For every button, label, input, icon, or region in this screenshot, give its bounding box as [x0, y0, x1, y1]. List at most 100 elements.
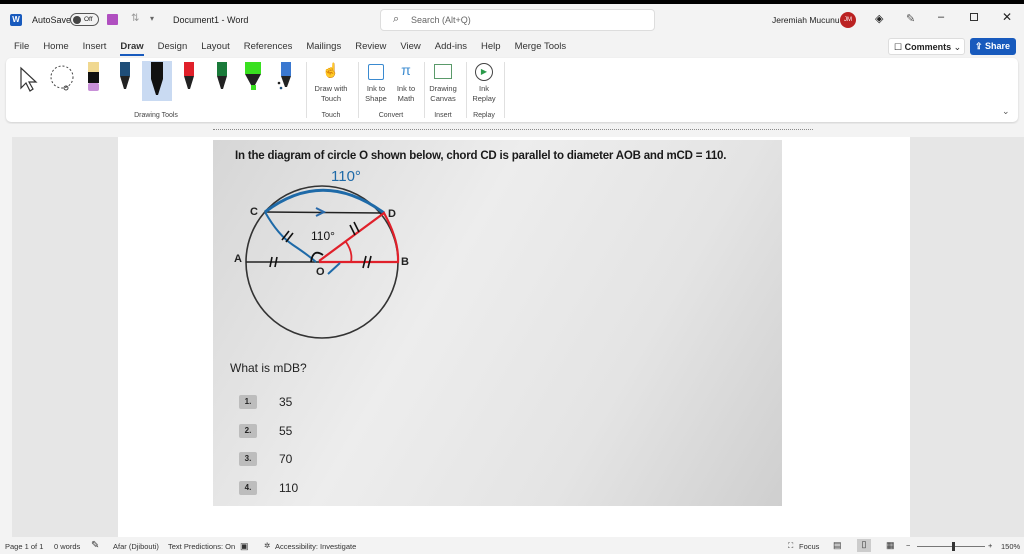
text-predictions[interactable]: Text Predictions: On — [168, 542, 235, 551]
pen-icon[interactable]: ✎ — [906, 12, 915, 25]
draw-with-touch-button[interactable]: ☝ Draw with Touch — [310, 62, 352, 104]
accessibility-icon: ✲ — [264, 541, 271, 550]
user-name[interactable]: Jeremiah Mucunu — [772, 15, 840, 25]
customize-qat-icon[interactable]: ▾ — [150, 14, 154, 23]
close-button[interactable]: ✕ — [1002, 10, 1012, 24]
restore-button[interactable] — [970, 13, 978, 21]
group-divider — [358, 62, 359, 118]
tab-draw[interactable]: Draw — [120, 38, 144, 56]
pen-blue-icon[interactable] — [118, 61, 132, 93]
share-button[interactable]: ⇪ Share — [970, 38, 1016, 55]
point-label-a: A — [234, 253, 242, 265]
group-divider — [466, 62, 467, 118]
tab-view[interactable]: View — [400, 38, 420, 56]
button-label: Replay — [472, 94, 496, 103]
ribbon: Drawing Tools ☝ Draw with Touch Touch In… — [6, 58, 1018, 122]
choice-number: 3. — [239, 452, 257, 466]
tab-add-ins[interactable]: Add-ins — [435, 38, 467, 56]
choice-value: 70 — [279, 452, 293, 466]
choice-number: 2. — [239, 424, 257, 438]
focus-button[interactable]: Focus — [799, 542, 819, 551]
point-label-o: O — [316, 266, 325, 278]
tab-review[interactable]: Review — [355, 38, 386, 56]
tab-file[interactable]: File — [14, 38, 29, 56]
ruler[interactable] — [0, 124, 1024, 136]
zoom-level[interactable]: 150% — [1001, 542, 1020, 551]
web-layout-icon[interactable]: ▦ — [886, 540, 895, 551]
sort-icon[interactable]: ⇅ — [131, 13, 139, 24]
button-label: Math — [397, 94, 415, 103]
button-label: Shape — [365, 94, 387, 103]
save-icon[interactable] — [107, 14, 118, 25]
pen-green-icon[interactable] — [215, 61, 229, 93]
group-label-replay: Replay — [473, 112, 495, 119]
button-label: Ink to — [366, 84, 386, 93]
autosave-toggle[interactable]: Off — [70, 13, 99, 26]
share-label: Share — [985, 41, 1011, 51]
word-logo-icon: W — [10, 14, 22, 26]
button-label: Ink to — [396, 84, 416, 93]
tab-references[interactable]: References — [244, 38, 293, 56]
tab-home[interactable]: Home — [43, 38, 68, 56]
point-label-c: C — [250, 206, 258, 218]
avatar[interactable]: JM — [840, 12, 856, 28]
language[interactable]: Afar (Djibouti) — [113, 542, 159, 551]
select-cursor-icon[interactable] — [18, 66, 40, 92]
pen-black-icon[interactable] — [149, 61, 165, 99]
group-divider — [504, 62, 505, 118]
question-photo: In the diagram of circle O shown below, … — [213, 140, 782, 506]
handwritten-arc-label: 110° — [331, 168, 361, 185]
zoom-in-button[interactable]: + — [988, 541, 992, 550]
tab-design[interactable]: Design — [158, 38, 188, 56]
search-placeholder: Search (Alt+Q) — [411, 15, 471, 25]
tab-layout[interactable]: Layout — [201, 38, 230, 56]
group-label-touch: Touch — [321, 112, 341, 119]
highlighter-green-icon[interactable] — [243, 61, 263, 93]
pen-galaxy-icon[interactable] — [276, 61, 294, 93]
answer-choice-2: 2. 55 — [239, 424, 292, 438]
search-input[interactable]: ⌕ Search (Alt+Q) — [380, 9, 655, 31]
tab-insert[interactable]: Insert — [83, 38, 107, 56]
collapse-ribbon-icon[interactable]: ⌄ — [1002, 106, 1010, 117]
group-label-convert: Convert — [378, 112, 404, 119]
word-count[interactable]: 0 words — [54, 542, 80, 551]
choice-number: 1. — [239, 395, 257, 409]
ribbon-tabs: File Home Insert Draw Design Layout Refe… — [0, 38, 566, 56]
vertical-ruler[interactable] — [0, 137, 12, 537]
diamond-icon[interactable]: ◈ — [875, 12, 883, 25]
page-count[interactable]: Page 1 of 1 — [5, 542, 43, 551]
proofing-icon[interactable]: ✎ — [91, 540, 99, 551]
minimize-button[interactable]: – — [938, 11, 944, 23]
comments-button[interactable]: ☐ Comments ⌄ — [888, 38, 965, 55]
tab-help[interactable]: Help — [481, 38, 501, 56]
choice-value: 35 — [279, 395, 293, 409]
autosave-label: AutoSave — [32, 15, 72, 25]
tab-mailings[interactable]: Mailings — [306, 38, 341, 56]
zoom-slider[interactable] — [917, 542, 985, 551]
zoom-slider-thumb[interactable] — [952, 542, 955, 551]
pen-red-icon[interactable] — [182, 61, 196, 93]
angle-arc-red — [345, 241, 353, 263]
print-layout-icon[interactable]: ▯ — [857, 539, 871, 552]
ink-replay-button[interactable]: ▶ Ink Replay — [469, 62, 499, 104]
ink-to-shape-icon — [368, 64, 384, 80]
read-mode-icon[interactable]: ▤ — [833, 540, 842, 551]
macro-icon[interactable]: ▣ — [240, 541, 249, 552]
ink-to-math-button[interactable]: π Ink to Math — [392, 62, 420, 104]
button-label: Canvas — [430, 94, 456, 103]
zoom-out-button[interactable]: − — [906, 541, 910, 550]
accessibility-status[interactable]: Accessibility: Investigate — [275, 542, 356, 551]
arc-cd-highlight — [264, 188, 385, 215]
tab-merge-tools[interactable]: Merge Tools — [515, 38, 567, 56]
handwritten-angle-label: 110° — [311, 229, 335, 243]
touch-hand-icon: ☝ — [322, 62, 340, 78]
button-label: Touch — [320, 94, 341, 103]
drawing-canvas-button[interactable]: Drawing Canvas — [426, 62, 460, 104]
lasso-select-icon[interactable] — [48, 64, 78, 92]
focus-icon: ⛶ — [788, 541, 794, 550]
drawing-canvas-icon — [434, 64, 452, 79]
button-label: Draw with — [314, 84, 348, 93]
ink-to-shape-button[interactable]: Ink to Shape — [362, 62, 390, 104]
button-label: Ink — [478, 84, 489, 93]
eraser-icon[interactable] — [86, 61, 102, 93]
